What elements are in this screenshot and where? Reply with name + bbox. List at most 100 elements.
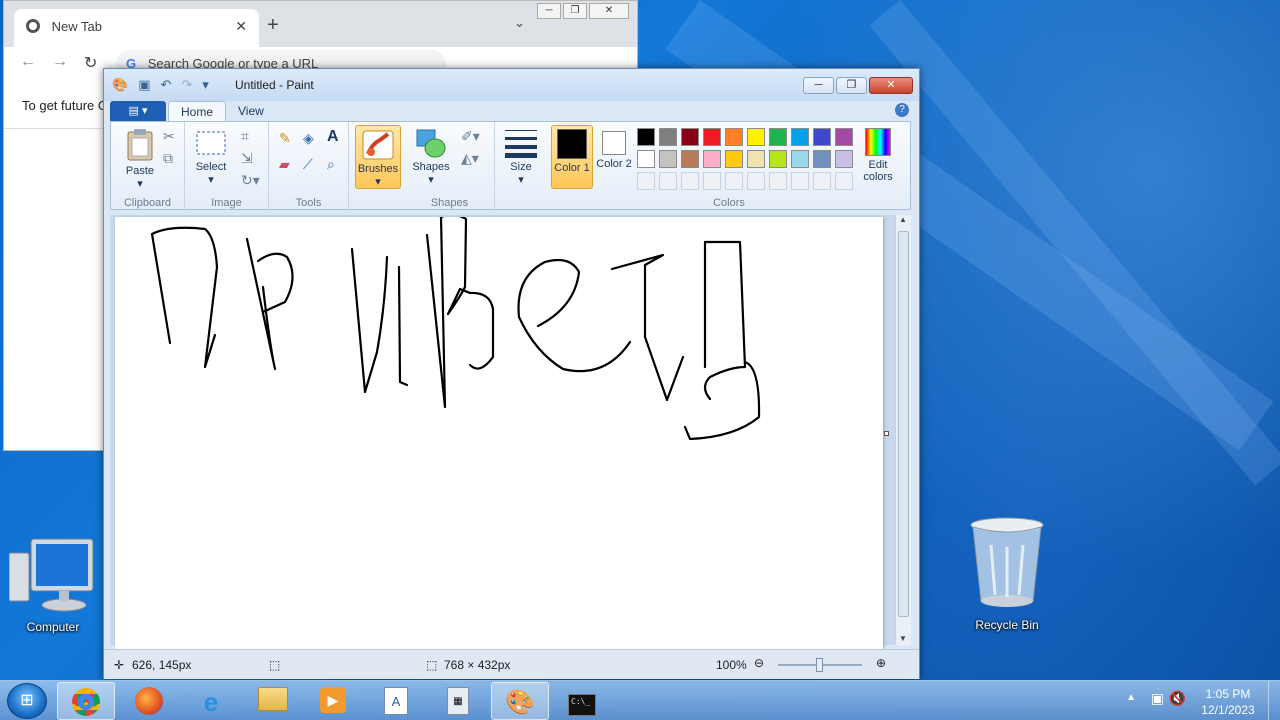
close-icon[interactable]: ✕ [589,3,629,19]
scroll-up-icon[interactable]: ▲ [899,215,907,224]
tab-view[interactable]: View [226,101,276,121]
palette-color-swatch[interactable] [637,128,655,146]
palette-color-swatch[interactable] [791,128,809,146]
crop-icon[interactable]: ⌗ [241,128,249,145]
brushes-button[interactable]: Brushes ▾ [355,125,401,189]
color2-button[interactable]: Color 2 [595,128,633,170]
zoom-out-icon[interactable]: ⊖ [754,656,764,670]
palette-color-swatch[interactable] [725,128,743,146]
palette-color-swatch[interactable] [747,150,765,168]
palette-color-swatch[interactable] [703,128,721,146]
palette-empty-swatch[interactable] [725,172,743,190]
paint-app-icon[interactable]: 🎨 [112,77,128,93]
save-icon[interactable]: ▣ [138,77,150,93]
taskbar-chrome[interactable] [57,682,115,720]
palette-color-swatch[interactable] [747,128,765,146]
taskbar-media-player[interactable]: ▶ [304,682,362,720]
shape-fill-icon[interactable]: ◭▾ [461,150,479,167]
eraser-icon[interactable]: ▰ [279,156,290,173]
minimize-icon[interactable]: ─ [537,3,561,19]
palette-color-swatch[interactable] [835,128,853,146]
cut-icon[interactable]: ✂ [163,128,175,145]
select-button[interactable]: Select ▾ [191,130,231,186]
taskbar-firefox[interactable] [120,682,178,720]
palette-color-swatch[interactable] [769,128,787,146]
palette-color-swatch[interactable] [681,150,699,168]
help-icon[interactable]: ? [895,103,909,117]
palette-empty-swatch[interactable] [813,172,831,190]
zoom-slider[interactable] [778,658,862,672]
palette-empty-swatch[interactable] [769,172,787,190]
palette-color-swatch[interactable] [703,150,721,168]
forward-icon[interactable]: → [52,53,68,71]
palette-color-swatch[interactable] [659,150,677,168]
chevron-down-icon[interactable]: ⌄ [514,15,525,31]
pencil-icon[interactable]: ✎ [279,130,291,147]
maximize-icon[interactable]: ❐ [563,3,587,19]
minimize-button[interactable]: ─ [803,77,834,94]
chrome-tab[interactable]: New Tab ✕ [14,9,259,47]
file-menu-button[interactable]: ▤ ▾ [110,101,166,121]
palette-color-swatch[interactable] [637,150,655,168]
clock[interactable]: 1:05 PM 12/1/2023 [1196,686,1260,718]
maximize-button[interactable]: ❐ [836,77,867,94]
reload-icon[interactable]: ↻ [84,53,97,73]
edit-colors-button[interactable]: Edit colors [853,128,903,183]
copy-icon[interactable]: ⧉ [163,150,173,167]
scrollbar-thumb[interactable] [898,231,909,617]
palette-empty-swatch[interactable] [681,172,699,190]
paste-button[interactable]: Paste ▾ [117,128,163,190]
canvas-resize-handle[interactable] [884,431,889,436]
text-icon[interactable]: A [327,128,339,146]
palette-color-swatch[interactable] [725,150,743,168]
taskbar-calculator[interactable]: ▦ [429,682,487,720]
desktop-icon-recycle-bin[interactable]: Recycle Bin [962,515,1052,632]
volume-muted-icon[interactable]: 🔇 [1169,690,1186,707]
close-tab-icon[interactable]: ✕ [235,18,247,35]
zoom-in-icon[interactable]: ⊕ [876,656,886,670]
paint-window[interactable]: 🎨 ▣ ↶ ↷ ▾ Untitled - Paint ─ ❐ ✕ ▤ ▾ Hom… [103,68,920,679]
close-button[interactable]: ✕ [869,77,913,94]
shapes-button[interactable]: Shapes ▾ [411,128,451,186]
new-tab-icon[interactable]: + [267,14,279,37]
palette-empty-swatch[interactable] [703,172,721,190]
resize-icon[interactable]: ⇲ [241,150,253,167]
show-desktop-button[interactable] [1268,681,1280,720]
palette-color-swatch[interactable] [659,128,677,146]
taskbar-wordpad[interactable]: A [367,682,425,720]
outline-icon[interactable]: ✐▾ [461,128,480,145]
taskbar-cmd[interactable]: C:\_ [553,682,611,720]
palette-color-swatch[interactable] [835,150,853,168]
network-icon[interactable]: ▣ [1151,690,1164,707]
palette-empty-swatch[interactable] [747,172,765,190]
taskbar-explorer[interactable] [244,682,302,720]
palette-color-swatch[interactable] [769,150,787,168]
palette-empty-swatch[interactable] [791,172,809,190]
fill-icon[interactable]: ◈ [303,130,314,147]
magnifier-icon[interactable]: ⌕ [327,156,335,173]
rotate-icon[interactable]: ↻▾ [241,172,260,189]
palette-empty-swatch[interactable] [637,172,655,190]
desktop-icon-computer[interactable]: Computer [8,535,98,634]
palette-empty-swatch[interactable] [835,172,853,190]
taskbar-internet-explorer[interactable]: e [182,682,240,720]
zoom-slider-thumb[interactable] [816,658,823,672]
vertical-scrollbar[interactable]: ▲ ▼ [895,215,911,645]
palette-color-swatch[interactable] [791,150,809,168]
show-hidden-icons-icon[interactable]: ▲ [1126,692,1136,703]
back-icon[interactable]: ← [20,53,36,71]
start-button[interactable]: ⊞ [7,683,47,719]
redo-icon[interactable]: ↷ [181,77,192,93]
color-picker-icon[interactable]: ⟋ [303,156,313,173]
palette-color-swatch[interactable] [813,128,831,146]
drawing-canvas[interactable] [115,213,883,649]
palette-color-swatch[interactable] [681,128,699,146]
scroll-down-icon[interactable]: ▼ [899,634,907,643]
size-button[interactable]: Size ▾ [501,128,541,186]
color1-button[interactable]: Color 1 [551,125,593,189]
taskbar-paint[interactable]: 🎨 [491,682,549,720]
palette-color-swatch[interactable] [813,150,831,168]
undo-icon[interactable]: ↶ [160,77,171,93]
customize-dropdown-icon[interactable]: ▾ [202,77,209,93]
palette-empty-swatch[interactable] [659,172,677,190]
